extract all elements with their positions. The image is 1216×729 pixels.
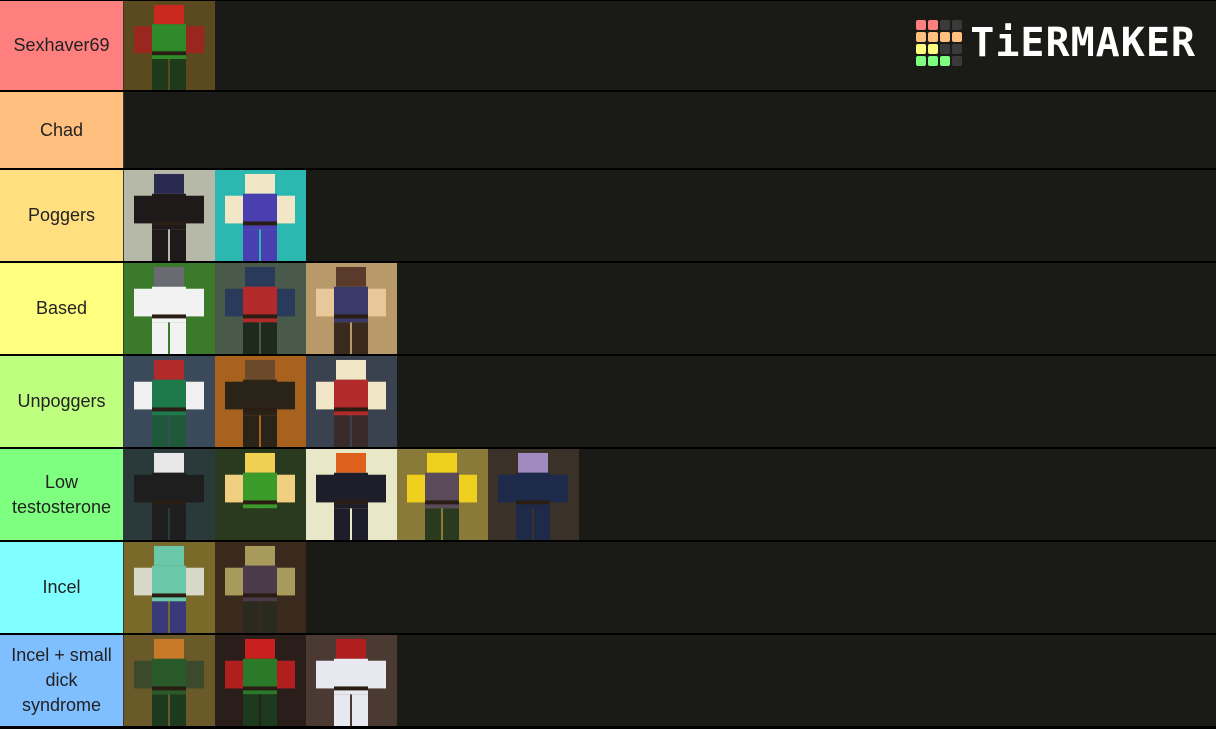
tier-item-red-horned-green-tunic[interactable] [124,1,215,90]
character-figure-icon [124,170,215,261]
tier-label[interactable]: Incel + small dick syndrome [0,635,124,726]
logo-grid-cell [916,44,927,54]
character-figure-icon [124,635,215,726]
tier-row: Incel [0,542,1216,635]
tier-items[interactable] [124,635,1216,726]
logo-grid-cell [928,44,939,54]
tier-item-white-hair-dark-coat[interactable] [124,449,215,540]
tier-item-purple-face-navy-coat[interactable] [488,449,579,540]
character-figure-icon [215,170,306,261]
tier-list: Sexhaver69 Chad Poggers Based Unpoggers … [0,0,1216,728]
tier-item-teal-spiky-hair-figure[interactable] [124,542,215,633]
logo-grid-cell [940,32,951,42]
tier-row: Chad [0,92,1216,170]
tier-item-grey-hair-red-tunic[interactable] [306,356,397,447]
tier-items[interactable] [124,449,1216,540]
tier-row: Based [0,263,1216,356]
tier-label[interactable]: Sexhaver69 [0,1,124,90]
logo-grid-cell [952,20,963,30]
character-figure-icon [215,542,306,633]
logo-grid-cell [916,56,927,66]
logo-grid-cell [940,56,951,66]
tier-row: Poggers [0,170,1216,263]
tier-item-dark-armor-figure[interactable] [215,356,306,447]
logo-grid-cell [952,32,963,42]
tier-items[interactable] [124,542,1216,633]
tier-label[interactable]: Unpoggers [0,356,124,447]
character-figure-icon [397,449,488,540]
tier-item-white-blocky-figure[interactable] [124,263,215,354]
logo-grid-cell [928,32,939,42]
character-figure-icon [488,449,579,540]
logo-grid-icon [916,20,963,66]
logo-grid-cell [952,56,963,66]
logo-grid-cell [916,32,927,42]
tier-row: Low testosterone [0,449,1216,542]
character-figure-icon [306,356,397,447]
tier-item-pumpkin-head-figure[interactable] [306,449,397,540]
character-figure-icon [124,449,215,540]
tier-items[interactable] [124,263,1216,354]
character-figure-icon [124,1,215,90]
logo-grid-cell [940,20,951,30]
tier-item-mushroom-hat-white-figure[interactable] [306,635,397,726]
tier-item-brown-hair-yellow-figure[interactable] [397,449,488,540]
tier-item-olive-purple-tunic[interactable] [215,542,306,633]
tier-item-yellow-green-tunic[interactable] [215,449,306,540]
tier-label[interactable]: Incel [0,542,124,633]
logo-grid-cell [928,56,939,66]
tier-item-dark-crouching-figure[interactable] [124,170,215,261]
logo-text: TiERMAKER [970,20,1196,66]
tier-item-blue-hair-purple-tunic[interactable] [215,170,306,261]
character-figure-icon [124,542,215,633]
tier-label[interactable]: Low testosterone [0,449,124,540]
tiermaker-logo: TiERMAKER [916,20,1196,66]
tier-items[interactable] [124,92,1216,168]
tier-items[interactable] [124,356,1216,447]
logo-grid-cell [940,44,951,54]
character-figure-icon [306,263,397,354]
logo-grid-cell [952,44,963,54]
logo-grid-cell [916,20,927,30]
tier-label[interactable]: Chad [0,92,124,168]
tier-item-red-horned-green-tunic-2[interactable] [215,635,306,726]
character-figure-icon [306,449,397,540]
character-figure-icon [215,263,306,354]
tier-row: Unpoggers [0,356,1216,449]
tier-item-white-hair-red-tunic[interactable] [215,263,306,354]
tier-row: Incel + small dick syndrome [0,635,1216,728]
character-figure-icon [215,449,306,540]
tier-label[interactable]: Based [0,263,124,354]
tier-label[interactable]: Poggers [0,170,124,261]
character-figure-icon [215,635,306,726]
character-figure-icon [124,356,215,447]
tier-items[interactable] [124,170,1216,261]
character-figure-icon [215,356,306,447]
logo-grid-cell [928,20,939,30]
character-figure-icon [124,263,215,354]
character-figure-icon [306,635,397,726]
tier-item-red-hair-green-jacket[interactable] [124,635,215,726]
tier-item-brown-vest-figure[interactable] [306,263,397,354]
tier-item-red-face-sword-figure[interactable] [124,356,215,447]
